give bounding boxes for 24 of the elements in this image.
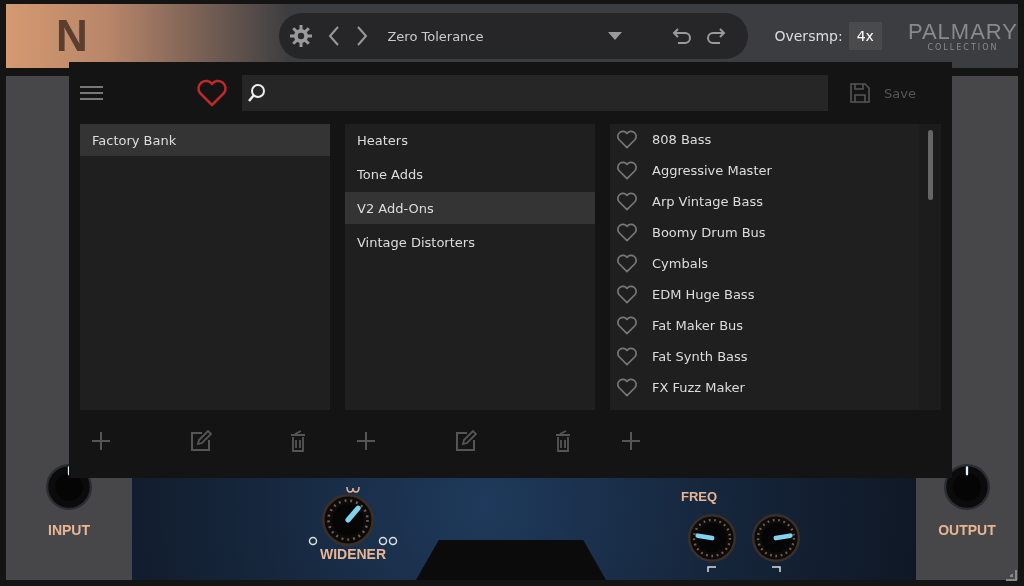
oversampling-selector[interactable]: 4x [848, 22, 882, 50]
brand-subtitle: COLLECTION [927, 42, 999, 52]
logo: N [56, 11, 87, 61]
category-item[interactable]: Vintage Distorters [345, 226, 595, 258]
preset-name[interactable]: Zero Tolerance [387, 28, 595, 44]
knob-label: FREQ [680, 489, 718, 504]
brand-logo: PALMARY [907, 20, 1018, 43]
preset-item[interactable]: FX Fuzz Maker [652, 380, 745, 395]
preset-item[interactable]: 808 Bass [652, 132, 712, 147]
preset-item[interactable]: Fat Synth Bass [652, 349, 748, 364]
preset-item[interactable]: Aggressive Master [652, 163, 772, 178]
category-item[interactable]: V2 Add-Ons [345, 192, 595, 224]
preset-item[interactable]: Cymbals [652, 256, 709, 271]
preset-item[interactable]: Boomy Drum Bus [652, 225, 766, 240]
knob-label: OUTPUT [938, 522, 996, 538]
preset-item[interactable]: Fat Maker Bus [652, 318, 744, 333]
preset-item[interactable]: Arp Vintage Bass [652, 194, 763, 209]
knob-label: WIDENER [319, 546, 387, 562]
bank-item[interactable]: Factory Bank [80, 124, 330, 156]
category-item[interactable]: Tone Adds [345, 158, 595, 190]
oversampling-label: Oversmp: [774, 28, 843, 44]
category-item[interactable]: Heaters [345, 124, 595, 156]
preset-item[interactable]: EDM Huge Bass [652, 287, 755, 302]
knob-label: INPUT [48, 522, 90, 538]
